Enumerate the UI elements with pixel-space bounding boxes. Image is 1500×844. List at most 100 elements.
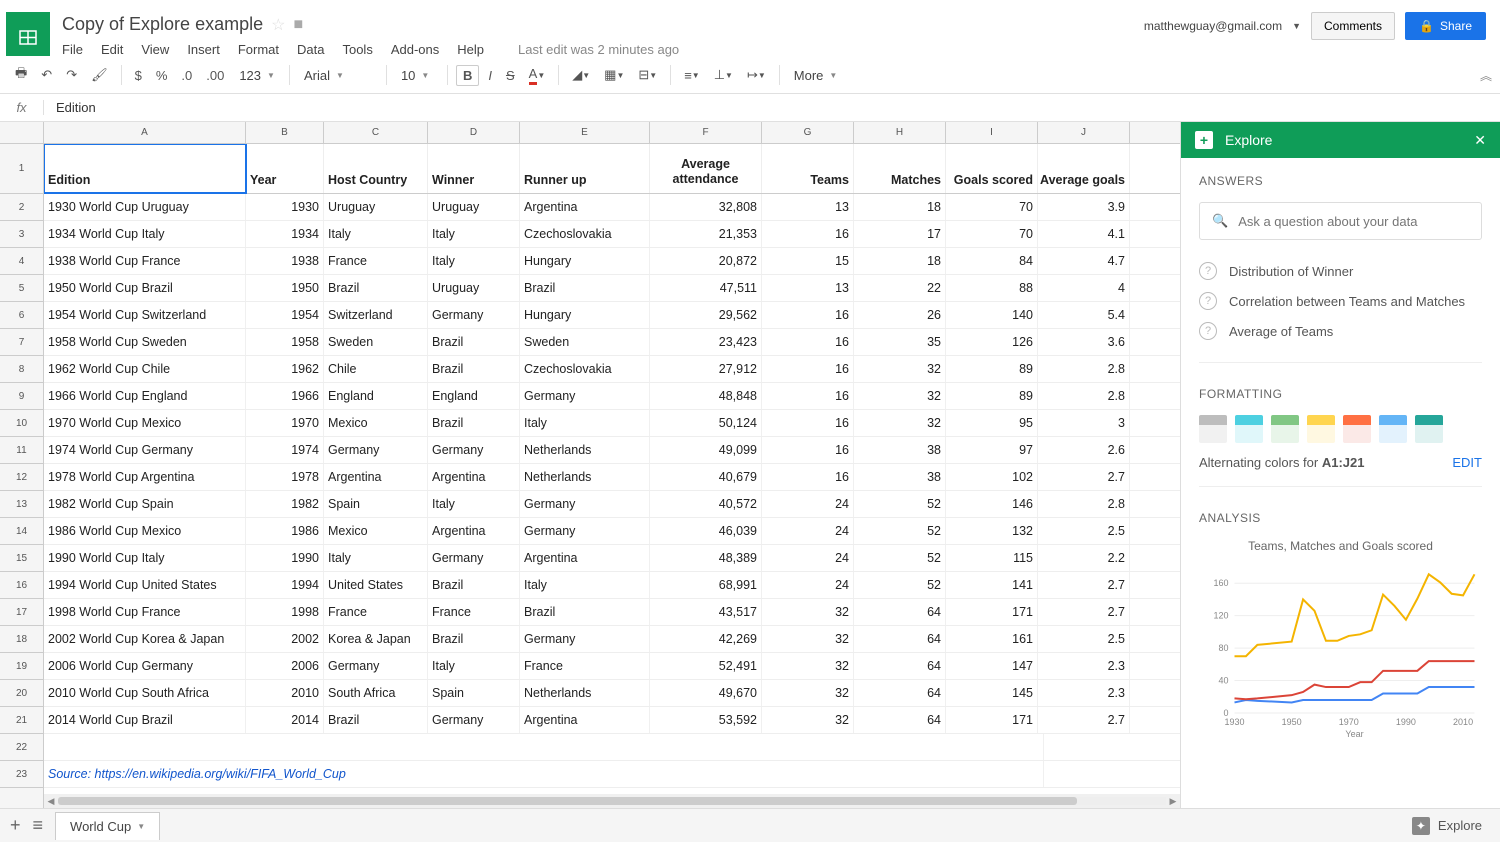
cell[interactable]: 2.6 <box>1038 437 1130 463</box>
cell[interactable]: 2.7 <box>1038 572 1130 598</box>
folder-icon[interactable]: ■ <box>293 16 303 34</box>
percent-icon[interactable]: % <box>151 64 173 87</box>
cell[interactable]: Italy <box>428 221 520 247</box>
cell[interactable]: 102 <box>946 464 1038 490</box>
formula-input[interactable]: Edition <box>44 100 1500 115</box>
cell[interactable]: 32 <box>854 356 946 382</box>
cell[interactable]: 1982 World Cup Spain <box>44 491 246 517</box>
cell[interactable]: 1974 World Cup Germany <box>44 437 246 463</box>
row-header[interactable]: 6 <box>0 302 43 329</box>
cell[interactable]: 2.8 <box>1038 383 1130 409</box>
suggestion-item[interactable]: ?Correlation between Teams and Matches <box>1199 286 1482 316</box>
col-header[interactable]: D <box>428 122 520 143</box>
cell[interactable]: 1962 World Cup Chile <box>44 356 246 382</box>
row-header[interactable]: 2 <box>0 194 43 221</box>
cell[interactable]: England <box>324 383 428 409</box>
cell[interactable]: 49,099 <box>650 437 762 463</box>
cell[interactable]: 2010 World Cup South Africa <box>44 680 246 706</box>
cell[interactable]: Netherlands <box>520 680 650 706</box>
cell[interactable]: Argentina <box>324 464 428 490</box>
cell[interactable]: Edition <box>44 144 246 193</box>
cell[interactable]: Brazil <box>428 356 520 382</box>
strike-button[interactable]: S <box>501 64 520 87</box>
cell[interactable]: Germany <box>520 383 650 409</box>
cell[interactable]: 49,670 <box>650 680 762 706</box>
cell[interactable]: 1934 World Cup Italy <box>44 221 246 247</box>
wrap-button[interactable]: ↦ ▼ <box>742 63 771 87</box>
cell[interactable]: 2.3 <box>1038 680 1130 706</box>
comments-button[interactable]: Comments <box>1311 12 1395 40</box>
cell[interactable]: 24 <box>762 545 854 571</box>
cell[interactable]: Chile <box>324 356 428 382</box>
borders-button[interactable]: ▦ ▼ <box>599 63 629 87</box>
cell[interactable]: 1954 <box>246 302 324 328</box>
cell[interactable]: 1970 World Cup Mexico <box>44 410 246 436</box>
cell[interactable]: Uruguay <box>324 194 428 220</box>
cell[interactable]: 64 <box>854 707 946 733</box>
cell[interactable]: 89 <box>946 383 1038 409</box>
cell[interactable]: Germany <box>324 653 428 679</box>
row-header[interactable]: 3 <box>0 221 43 248</box>
cell[interactable]: Argentina <box>428 464 520 490</box>
cell[interactable]: 2006 <box>246 653 324 679</box>
palette-swatch[interactable] <box>1199 415 1227 443</box>
cell[interactable]: 27,912 <box>650 356 762 382</box>
cell[interactable]: 2.3 <box>1038 653 1130 679</box>
cell[interactable]: Germany <box>428 302 520 328</box>
row-header[interactable]: 19 <box>0 653 43 680</box>
explore-mini-button[interactable]: ✦Explore <box>1402 811 1492 841</box>
cell[interactable]: Spain <box>428 680 520 706</box>
user-email[interactable]: matthewguay@gmail.com <box>1144 19 1282 33</box>
cell[interactable]: 52 <box>854 518 946 544</box>
cell[interactable]: 1966 World Cup England <box>44 383 246 409</box>
select-all-corner[interactable] <box>0 122 44 143</box>
menu-help[interactable]: Help <box>457 42 484 57</box>
cell[interactable]: Spain <box>324 491 428 517</box>
cell[interactable]: 17 <box>854 221 946 247</box>
cell[interactable]: 2002 World Cup Korea & Japan <box>44 626 246 652</box>
cell[interactable]: 32 <box>762 626 854 652</box>
cell[interactable]: 4.7 <box>1038 248 1130 274</box>
cell[interactable]: Year <box>246 144 324 193</box>
cell[interactable]: Brazil <box>520 275 650 301</box>
cell[interactable]: France <box>428 599 520 625</box>
cell[interactable]: 52 <box>854 545 946 571</box>
cell[interactable]: Hungary <box>520 248 650 274</box>
cell[interactable]: 1930 World Cup Uruguay <box>44 194 246 220</box>
cell[interactable]: 20,872 <box>650 248 762 274</box>
cell[interactable]: Argentina <box>520 194 650 220</box>
cell[interactable]: Average attendance <box>650 144 762 193</box>
cell[interactable]: 64 <box>854 626 946 652</box>
cell[interactable]: 47,511 <box>650 275 762 301</box>
cell[interactable]: 88 <box>946 275 1038 301</box>
cell[interactable]: 2.8 <box>1038 356 1130 382</box>
row-header[interactable]: 7 <box>0 329 43 356</box>
more-button[interactable]: More▼ <box>788 65 844 86</box>
cell[interactable]: 16 <box>762 437 854 463</box>
row-header[interactable]: 15 <box>0 545 43 572</box>
format-select[interactable]: 123 ▼ <box>233 65 281 86</box>
cell[interactable]: Germany <box>428 707 520 733</box>
cell[interactable]: 95 <box>946 410 1038 436</box>
cell[interactable]: 32 <box>762 707 854 733</box>
cell[interactable]: Germany <box>520 518 650 544</box>
cell[interactable]: 1930 <box>246 194 324 220</box>
cell[interactable]: Brazil <box>324 275 428 301</box>
cell[interactable]: Goals scored <box>946 144 1038 193</box>
cell[interactable]: 48,389 <box>650 545 762 571</box>
col-header[interactable]: A <box>44 122 246 143</box>
cell[interactable]: 24 <box>762 491 854 517</box>
row-header[interactable]: 16 <box>0 572 43 599</box>
cell[interactable]: Czechoslovakia <box>520 221 650 247</box>
cell[interactable]: Average goals <box>1038 144 1130 193</box>
menu-file[interactable]: File <box>62 42 83 57</box>
cell[interactable]: 64 <box>854 680 946 706</box>
palette-swatch[interactable] <box>1307 415 1335 443</box>
text-color-button[interactable]: A ▼ <box>524 62 551 89</box>
palette-swatch[interactable] <box>1235 415 1263 443</box>
row-header[interactable]: 17 <box>0 599 43 626</box>
cell[interactable]: 97 <box>946 437 1038 463</box>
cell[interactable]: Italy <box>520 572 650 598</box>
cell[interactable]: Argentina <box>520 545 650 571</box>
cell[interactable]: 53,592 <box>650 707 762 733</box>
